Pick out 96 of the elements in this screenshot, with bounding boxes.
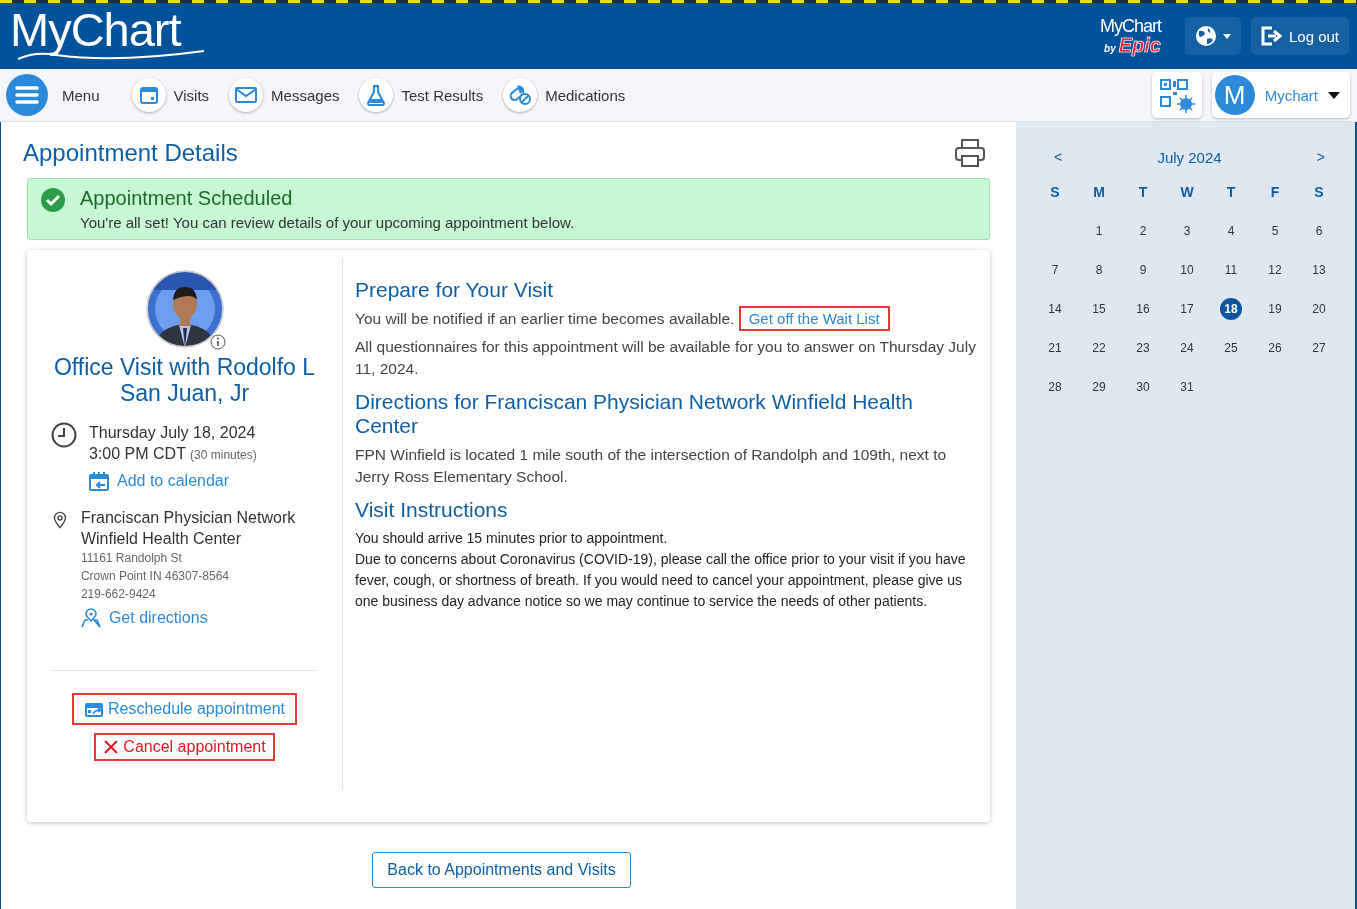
close-icon xyxy=(103,739,120,755)
logout-button[interactable]: Log out xyxy=(1250,17,1349,55)
weekday-label: T xyxy=(1226,183,1236,200)
map-pin-icon xyxy=(80,607,101,628)
check-circle-icon xyxy=(40,187,66,213)
calendar-day[interactable]: 29 xyxy=(1088,375,1110,398)
visit-title: Office Visit with Rodolfo L San Juan, Jr xyxy=(52,354,317,406)
flask-icon xyxy=(366,84,387,106)
language-button[interactable] xyxy=(1184,17,1241,55)
nav-link[interactable]: Test Results xyxy=(359,78,484,112)
calendar-day[interactable]: 30 xyxy=(1132,375,1154,398)
brand-byline: by xyxy=(1104,44,1116,54)
calendar-day[interactable]: 22 xyxy=(1088,336,1110,359)
calendar-day[interactable]: 23 xyxy=(1132,336,1154,359)
banner-message: You're all set! You can review details of your upcoming appointment below. xyxy=(80,214,575,231)
calendar-day[interactable]: 28 xyxy=(1044,375,1066,398)
calendar-day[interactable]: 12 xyxy=(1264,258,1286,281)
calendar-day[interactable]: 26 xyxy=(1264,336,1286,359)
account-button[interactable]: M Mychart xyxy=(1211,72,1350,118)
paragraph: All questionnaires for this appointment will be available for you to answer on Thursday July 11, 2024. xyxy=(355,337,977,379)
add-to-calendar-link[interactable]: Add to calendar xyxy=(89,470,257,491)
calendar-day[interactable]: 3 xyxy=(1176,219,1198,242)
waitlist-link[interactable]: Get off the Wait List xyxy=(738,306,890,331)
info-icon[interactable] xyxy=(209,334,226,350)
qr-code-icon xyxy=(1157,77,1196,113)
avatar: M xyxy=(1214,75,1255,115)
calendar-day[interactable]: 8 xyxy=(1088,258,1110,281)
envelope-icon xyxy=(235,87,258,103)
banner-title: Appointment Scheduled xyxy=(80,187,294,210)
caret-icon xyxy=(1328,91,1340,99)
calendar-day[interactable]: 20 xyxy=(1308,297,1330,320)
paragraph: You will be notified if an earlier time becomes available. xyxy=(355,310,735,327)
weekday-label: M xyxy=(1093,183,1105,200)
section-heading: Directions for Franciscan Physician Network Winfield Health Center xyxy=(355,390,914,438)
globe-icon xyxy=(1194,25,1217,47)
calendar-day[interactable]: 31 xyxy=(1176,375,1198,398)
calendar-day[interactable]: 18 xyxy=(1220,297,1242,320)
reschedule-link[interactable]: Reschedule appointment xyxy=(72,693,297,725)
brand-logo: MyChart xyxy=(1099,17,1161,35)
calendar-day[interactable]: 19 xyxy=(1264,297,1286,320)
print-icon[interactable] xyxy=(954,138,986,168)
calendar-day[interactable]: 4 xyxy=(1220,219,1242,242)
paragraph: FPN Winfield is located 1 mile south of the intersection of Randolph and 109th, next to Jerry Ross Elementary School. xyxy=(355,445,948,487)
nav-link[interactable]: Messages xyxy=(229,78,340,112)
calendar-day[interactable]: 13 xyxy=(1308,258,1330,281)
weekday-label: W xyxy=(1180,183,1194,200)
calendar-day[interactable]: 6 xyxy=(1308,219,1330,242)
calendar-day[interactable]: 25 xyxy=(1220,336,1242,359)
address-line: 11161 Randolph St xyxy=(80,550,183,567)
weekday-label: S xyxy=(1314,183,1324,200)
address-line: 219-662-9424 xyxy=(80,586,157,603)
clock-icon xyxy=(51,422,77,448)
appointment-date: Thursday July 18, 2024 xyxy=(89,423,257,443)
calendar-day[interactable]: 11 xyxy=(1220,258,1242,281)
section-heading: Visit Instructions xyxy=(355,498,509,522)
cancel-link[interactable]: Cancel appointment xyxy=(94,733,275,761)
calendar-day[interactable]: 27 xyxy=(1308,336,1330,359)
calendar-day[interactable]: 7 xyxy=(1044,258,1066,281)
month-title: July 2024 xyxy=(1157,148,1222,166)
calendar-day[interactable]: 9 xyxy=(1132,258,1154,281)
menu-button[interactable]: Menu xyxy=(6,74,100,116)
directions-link[interactable]: Get directions xyxy=(80,607,342,628)
calendar-day[interactable]: 21 xyxy=(1044,336,1066,359)
calendar-day[interactable]: 1 xyxy=(1088,219,1110,242)
nav-link[interactable]: Visits xyxy=(131,78,210,112)
nav-link[interactable]: Medications xyxy=(503,78,626,112)
vendor-logo: Epic xyxy=(1118,35,1161,55)
calendar-day[interactable]: 16 xyxy=(1132,297,1154,320)
weekday-label: F xyxy=(1270,183,1280,200)
calendar-day[interactable]: 2 xyxy=(1132,219,1154,242)
calendar-day[interactable]: 24 xyxy=(1176,336,1198,359)
address-line: Crown Point IN 46307-8564 xyxy=(80,568,230,585)
weekday-label: S xyxy=(1050,183,1060,200)
calendar-day[interactable]: 15 xyxy=(1088,297,1110,320)
menu-icon xyxy=(15,85,39,105)
appointment-time: 3:00 PM CDT (30 minutes) xyxy=(89,444,257,464)
weekday-label: T xyxy=(1138,183,1148,200)
logout-icon xyxy=(1260,26,1283,46)
pills-icon xyxy=(508,84,533,106)
calendar-day[interactable]: 14 xyxy=(1044,297,1066,320)
qr-code-button[interactable] xyxy=(1151,72,1202,118)
app-logo: MyChart xyxy=(10,5,183,55)
paragraph: You should arrive 15 minutes prior to appointment. xyxy=(355,529,669,548)
calendar-icon xyxy=(138,85,159,105)
location-name: Franciscan Physician Network Winfield Health Center xyxy=(80,508,297,549)
paragraph: Due to concerns about Coronavirus (COVID-19), please call the office prior to your visit if you have fever, cough, or shortness of breath. If you would need to cancel your appointment, please give us one business day advance notice so we may continue to service the needs of other patients. xyxy=(355,550,967,611)
calendar-day[interactable]: 5 xyxy=(1264,219,1286,242)
back-button[interactable]: Back to Appointments and Visits xyxy=(372,852,631,888)
page-title: Appointment Details xyxy=(23,139,238,167)
section-heading: Prepare for Your Visit xyxy=(355,278,555,302)
next-month-button[interactable]: > xyxy=(1310,148,1331,166)
calendar-icon xyxy=(89,470,109,491)
calendar-day[interactable]: 17 xyxy=(1176,297,1198,320)
calendar-day[interactable]: 10 xyxy=(1176,258,1198,281)
previous-month-button[interactable]: < xyxy=(1048,148,1069,166)
caret-icon xyxy=(1222,33,1231,39)
